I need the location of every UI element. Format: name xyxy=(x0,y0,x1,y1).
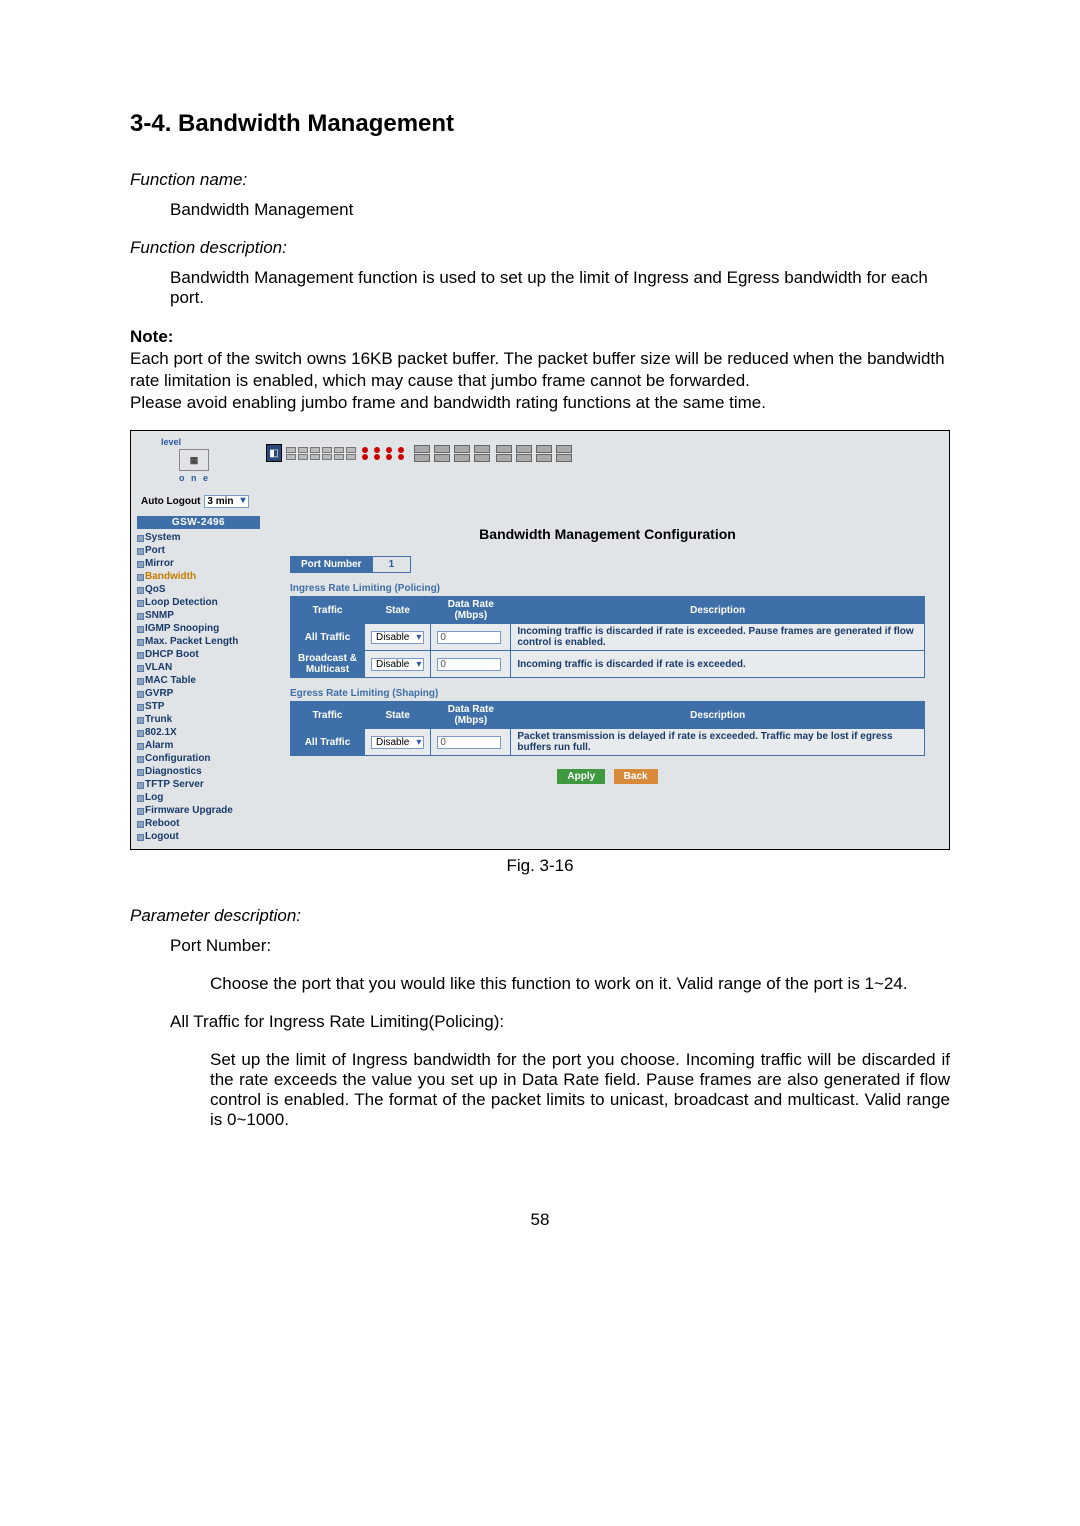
note-label: Note: xyxy=(130,327,173,346)
traffic-cell: Broadcast & Multicast xyxy=(291,651,365,678)
rate-cell: 0 xyxy=(431,729,511,756)
auto-logout-label: Auto Logout xyxy=(141,496,200,507)
ingress-table: Traffic State Data Rate (Mbps) Descripti… xyxy=(290,596,925,678)
param-port-number-title: Port Number: xyxy=(130,936,950,956)
sidebar-item-configuration[interactable]: Configuration xyxy=(131,752,266,765)
state-cell: Disable xyxy=(365,651,431,678)
sidebar-item-snmp[interactable]: SNMP xyxy=(131,609,266,622)
sidebar-item-max-packet-length[interactable]: Max. Packet Length xyxy=(131,635,266,648)
description-cell: Incoming traffic is discarded if rate is… xyxy=(511,624,925,651)
col-rate: Data Rate (Mbps) xyxy=(431,597,511,624)
data-rate-input[interactable]: 0 xyxy=(437,736,501,749)
sidebar-item-system[interactable]: System xyxy=(131,531,266,544)
description-cell: Incoming traffic is discarded if rate is… xyxy=(511,651,925,678)
state-cell: Disable xyxy=(365,729,431,756)
col-state: State xyxy=(365,597,431,624)
sidebar-item-reboot[interactable]: Reboot xyxy=(131,817,266,830)
col-traffic: Traffic xyxy=(291,597,365,624)
col-state: State xyxy=(365,702,431,729)
sidebar-item-firmware-upgrade[interactable]: Firmware Upgrade xyxy=(131,804,266,817)
table-row: Broadcast & Multicast Disable 0 Incoming tr… xyxy=(291,651,925,678)
switch-front-panel: ◧ xyxy=(266,435,949,471)
data-rate-input[interactable]: 0 xyxy=(437,631,501,644)
table-row: All Traffic Disable 0 Incoming traffic is d… xyxy=(291,624,925,651)
section-heading: 3-4. Bandwidth Management xyxy=(130,110,950,138)
sidebar-item-qos[interactable]: QoS xyxy=(131,583,266,596)
param-all-traffic-body: Set up the limit of Ingress bandwidth fo… xyxy=(130,1050,950,1130)
param-all-traffic-title: All Traffic for Ingress Rate Limiting(Po… xyxy=(130,1012,950,1032)
back-button[interactable]: Back xyxy=(614,769,658,784)
state-select[interactable]: Disable xyxy=(371,631,424,644)
function-description-label: Function description: xyxy=(130,238,950,258)
table-row: All Traffic Disable 0 Packet transmission i… xyxy=(291,729,925,756)
figure-caption: Fig. 3-16 xyxy=(130,856,950,876)
function-name-label: Function name: xyxy=(130,170,950,190)
app-screenshot: level ▦ o n e ◧ xyxy=(130,430,950,850)
sidebar-item-mac-table[interactable]: MAC Table xyxy=(131,674,266,687)
sidebar-item-port[interactable]: Port xyxy=(131,544,266,557)
rate-cell: 0 xyxy=(431,624,511,651)
sidebar-item-stp[interactable]: STP xyxy=(131,700,266,713)
sidebar-item-diagnostics[interactable]: Diagnostics xyxy=(131,765,266,778)
param-port-number-body: Choose the port that you would like this… xyxy=(130,974,950,994)
sidebar-item-logout[interactable]: Logout xyxy=(131,830,266,843)
egress-section-title: Egress Rate Limiting (Shaping) xyxy=(290,688,925,699)
note-paragraph-2: Please avoid enabling jumbo frame and ba… xyxy=(130,393,766,412)
data-rate-input[interactable]: 0 xyxy=(437,658,501,671)
sidebar-item-tftp-server[interactable]: TFTP Server xyxy=(131,778,266,791)
sidebar-item-802-1x[interactable]: 802.1X xyxy=(131,726,266,739)
sidebar-item-alarm[interactable]: Alarm xyxy=(131,739,266,752)
state-cell: Disable xyxy=(365,624,431,651)
sidebar-item-igmp-snooping[interactable]: IGMP Snooping xyxy=(131,622,266,635)
auto-logout-select[interactable]: 3 min xyxy=(204,495,248,508)
col-description: Description xyxy=(511,702,925,729)
sidebar-item-bandwidth[interactable]: Bandwidth xyxy=(131,570,266,583)
note-paragraph-1: Each port of the switch owns 16KB packet… xyxy=(130,349,945,390)
brand-logo: level ▦ o n e xyxy=(131,431,266,491)
page-title: Bandwidth Management Configuration xyxy=(290,526,925,542)
col-rate: Data Rate (Mbps) xyxy=(431,702,511,729)
switch-lcd-icon: ◧ xyxy=(266,444,282,462)
port-number-value[interactable]: 1 xyxy=(373,556,412,573)
description-cell: Packet transmission is delayed if rate i… xyxy=(511,729,925,756)
main-panel: Bandwidth Management Configuration Port … xyxy=(266,512,949,798)
sidebar-item-mirror[interactable]: Mirror xyxy=(131,557,266,570)
sidebar-item-vlan[interactable]: VLAN xyxy=(131,661,266,674)
sidebar-item-log[interactable]: Log xyxy=(131,791,266,804)
ingress-section-title: Ingress Rate Limiting (Policing) xyxy=(290,583,925,594)
traffic-cell: All Traffic xyxy=(291,624,365,651)
brand-subtext: o n e xyxy=(161,473,266,483)
page-number: 58 xyxy=(130,1210,950,1230)
rate-cell: 0 xyxy=(431,651,511,678)
sidebar-item-loop-detection[interactable]: Loop Detection xyxy=(131,596,266,609)
state-select[interactable]: Disable xyxy=(371,658,424,671)
sidebar: GSW-2496 SystemPortMirrorBandwidthQoSLoo… xyxy=(131,512,266,849)
function-name-value: Bandwidth Management xyxy=(130,200,950,220)
logo-icon: ▦ xyxy=(179,449,209,471)
egress-table: Traffic State Data Rate (Mbps) Descripti… xyxy=(290,701,925,756)
traffic-cell: All Traffic xyxy=(291,729,365,756)
sidebar-device-header: GSW-2496 xyxy=(137,516,260,529)
brand-text: level xyxy=(161,437,266,447)
port-number-label: Port Number xyxy=(290,556,373,573)
sidebar-item-gvrp[interactable]: GVRP xyxy=(131,687,266,700)
function-description-value: Bandwidth Management function is used to… xyxy=(130,268,950,308)
col-description: Description xyxy=(511,597,925,624)
col-traffic: Traffic xyxy=(291,702,365,729)
parameter-description-label: Parameter description: xyxy=(130,906,950,926)
state-select[interactable]: Disable xyxy=(371,736,424,749)
apply-button[interactable]: Apply xyxy=(557,769,605,784)
sidebar-item-trunk[interactable]: Trunk xyxy=(131,713,266,726)
sidebar-item-dhcp-boot[interactable]: DHCP Boot xyxy=(131,648,266,661)
